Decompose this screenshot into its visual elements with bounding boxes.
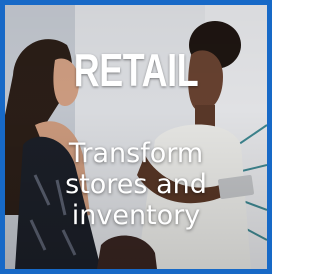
tile-subtitle: Transform stores and inventory <box>25 138 247 231</box>
subtitle-line: stores and <box>65 169 207 200</box>
subtitle-line: inventory <box>71 200 201 231</box>
subtitle-line: Transform <box>68 138 204 169</box>
tile-title: RETAIL <box>73 44 199 96</box>
retail-tile[interactable]: RETAIL Transform stores and inventory <box>0 0 272 274</box>
